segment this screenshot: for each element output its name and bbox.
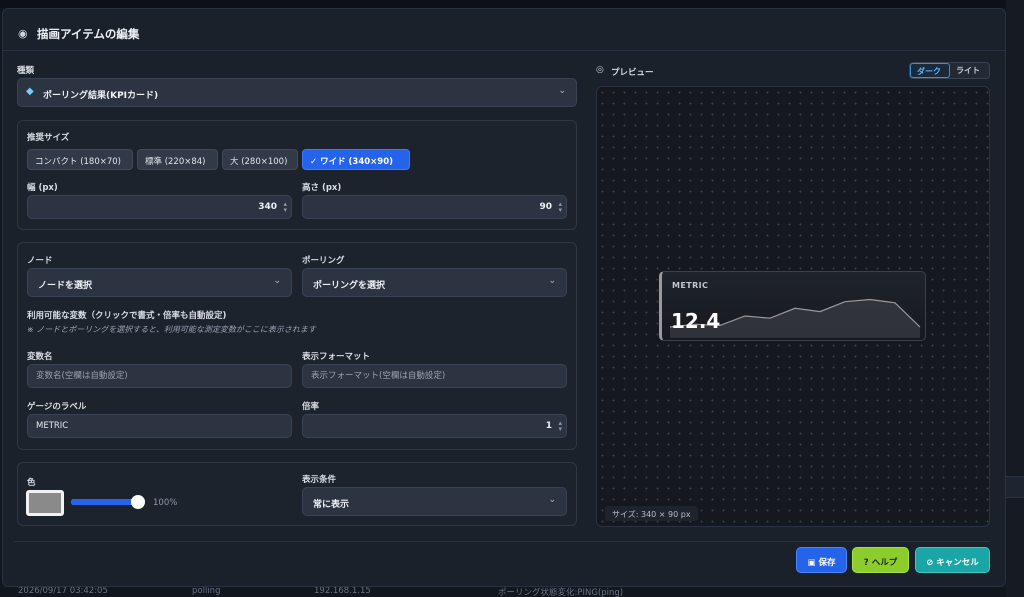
background-band <box>1006 476 1024 498</box>
cancel-circle-icon: ⊘ <box>926 558 937 568</box>
node-select-value: ノードを選択 <box>38 281 93 291</box>
size-compact-button[interactable]: コンパクト (180×70) <box>27 149 133 170</box>
node-label: ノード <box>27 256 53 266</box>
height-input[interactable]: 90 ▴ ▾ <box>302 195 567 219</box>
recommended-size-label: 推奨サイズ <box>27 133 70 143</box>
scale-stepper-icon[interactable]: ▴ ▾ <box>558 420 562 433</box>
var-name-field[interactable] <box>27 364 292 388</box>
type-label: 種類 <box>17 66 35 76</box>
chevron-down-icon: ⌄ <box>273 276 281 286</box>
format-label: 表示フォーマット <box>302 352 371 362</box>
palette-icon: ◉ <box>18 27 28 40</box>
color-swatch[interactable] <box>26 490 64 516</box>
scale-input[interactable]: 1 ▴ ▾ <box>302 414 567 438</box>
log-ip: 192.168.1.15 <box>314 586 371 596</box>
polling-label: ポーリング <box>302 256 345 266</box>
width-input[interactable]: 340 ▴ ▾ <box>27 195 292 219</box>
scale-label: 倍率 <box>302 402 320 412</box>
height-label: 高さ (px) <box>302 183 342 193</box>
size-wide-button[interactable]: ✓ ワイド (340×90) <box>302 149 410 170</box>
theme-dark-button[interactable]: ダーク <box>910 63 950 78</box>
opacity-value: 100% <box>153 498 178 508</box>
opacity-slider-fill <box>71 499 133 505</box>
type-select-value: ポーリング結果(KPIカード) <box>43 91 159 101</box>
node-select[interactable]: ノードを選択 ⌄ <box>27 268 292 297</box>
gauge-label-input[interactable] <box>28 415 291 437</box>
format-input[interactable] <box>303 365 566 387</box>
log-message: ポーリング状態変化:PING(ping) <box>498 588 624 597</box>
width-label: 幅 (px) <box>27 183 58 193</box>
log-timestamp: 2026/09/17 03:42:05 <box>18 586 108 596</box>
help-button-label: ヘルプ <box>871 558 898 568</box>
save-button-label: 保存 <box>818 558 836 568</box>
question-icon: ? <box>863 558 872 568</box>
theme-light-button[interactable]: ライト <box>950 63 990 78</box>
width-value: 340 <box>258 202 277 212</box>
type-select[interactable]: ◆ ポーリング結果(KPIカード) ⌄ <box>17 78 577 107</box>
kpi-card-value: 12.4 <box>671 309 721 333</box>
available-vars-hint: ※ ノードとポーリングを選択すると、利用可能な測定変数がここに表示されます <box>27 325 316 334</box>
format-field[interactable] <box>302 364 567 388</box>
kpi-card-preview: METRIC 12.4 <box>659 271 926 341</box>
height-stepper-icon[interactable]: ▴ ▾ <box>558 201 562 214</box>
polling-select-value: ポーリングを選択 <box>313 281 386 291</box>
opacity-slider-thumb[interactable] <box>131 495 145 509</box>
display-condition-label: 表示条件 <box>302 475 337 485</box>
gauge-label-label: ゲージのラベル <box>27 402 87 412</box>
save-icon: ▣ <box>807 558 819 568</box>
log-type: polling <box>192 586 221 596</box>
polling-select[interactable]: ポーリングを選択 ⌄ <box>302 268 567 297</box>
size-large-button[interactable]: 大 (280×100) <box>222 149 298 170</box>
cancel-button[interactable]: ⊘ キャンセル <box>915 547 990 573</box>
cancel-button-label: キャンセル <box>936 558 979 568</box>
modal-header: ◉ 描画アイテムの編集 <box>3 9 1005 51</box>
chevron-down-icon: ⌄ <box>548 495 556 505</box>
scale-value: 1 <box>545 421 552 431</box>
width-stepper-icon[interactable]: ▴ ▾ <box>283 201 287 214</box>
kpi-card-name: METRIC <box>672 281 709 290</box>
preview-label: プレビュー <box>611 68 654 78</box>
eye-icon: ◎ <box>596 65 604 75</box>
var-name-input[interactable] <box>28 365 291 387</box>
gem-icon: ◆ <box>26 86 34 97</box>
display-condition-value: 常に表示 <box>313 500 350 510</box>
modal-title: 描画アイテムの編集 <box>37 27 140 41</box>
save-button[interactable]: ▣ 保存 <box>796 547 847 573</box>
footer-divider <box>14 541 990 542</box>
chevron-down-icon: ⌄ <box>558 86 566 96</box>
preview-size-info: サイズ: 340 × 90 px <box>605 506 698 521</box>
chevron-down-icon: ⌄ <box>548 276 556 286</box>
theme-toggle: ダーク ライト <box>909 62 990 79</box>
background-topbar <box>0 0 1024 8</box>
display-condition-select[interactable]: 常に表示 ⌄ <box>302 487 567 516</box>
var-name-label: 変数名 <box>27 352 53 362</box>
size-standard-button[interactable]: 標準 (220×84) <box>137 149 218 170</box>
background-right-column <box>1006 0 1024 597</box>
help-button[interactable]: ? ヘルプ <box>852 547 909 573</box>
color-label: 色 <box>27 478 36 488</box>
available-vars-label: 利用可能な変数（クリックで書式・倍率も自動設定) <box>27 311 227 321</box>
gauge-label-field[interactable] <box>27 414 292 438</box>
height-value: 90 <box>539 202 552 212</box>
